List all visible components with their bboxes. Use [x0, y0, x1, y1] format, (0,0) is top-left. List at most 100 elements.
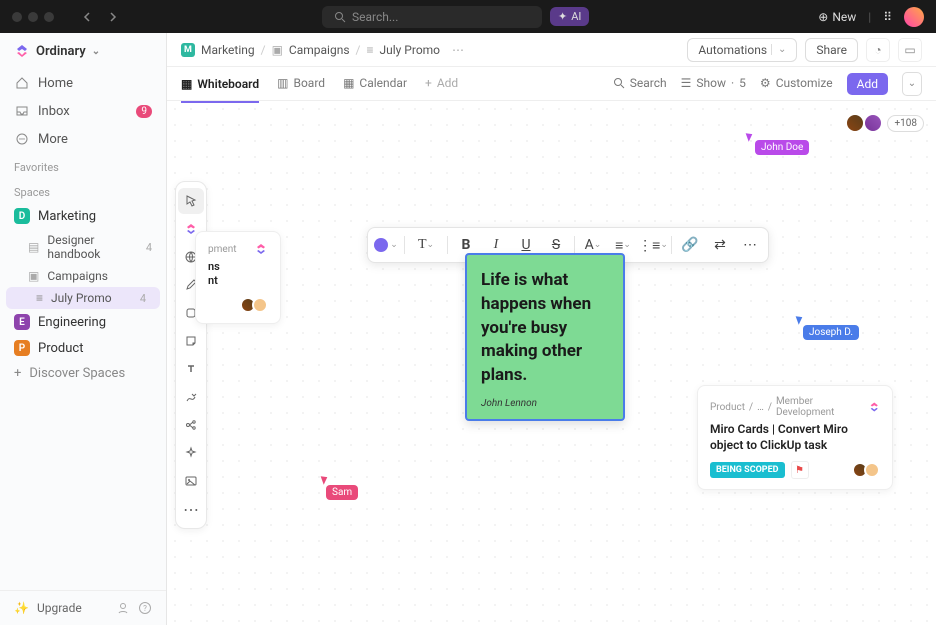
sidebar-july-promo[interactable]: ≡ July Promo 4	[6, 287, 160, 309]
nav-arrows	[78, 7, 122, 27]
tool-mindmap[interactable]	[178, 412, 204, 438]
tool-sticky[interactable]	[178, 328, 204, 354]
help-icon[interactable]: ?	[138, 601, 152, 615]
search-view-button[interactable]: Search	[613, 76, 667, 91]
fill-color-button[interactable]: ⌄	[372, 232, 400, 258]
notify-button[interactable]: ◔	[866, 38, 890, 62]
apps-grid-button[interactable]: ⠿	[883, 10, 892, 24]
sidebar-campaigns[interactable]: ▣ Campaigns	[0, 265, 166, 287]
list-icon: ≡	[366, 43, 373, 57]
item-count: 4	[146, 241, 152, 254]
search-icon	[334, 11, 346, 23]
task-icon: ⇄	[714, 237, 726, 253]
task-card-partial[interactable]: pment nsnt	[195, 231, 281, 324]
grid-icon: ⠿	[883, 10, 892, 24]
sidebar-home[interactable]: Home	[0, 69, 166, 97]
sidebar-inbox[interactable]: Inbox 9	[0, 97, 166, 125]
priority-flag[interactable]: ⚑	[791, 461, 809, 479]
traffic-light-icon[interactable]	[12, 12, 22, 22]
home-icon	[14, 75, 30, 91]
remote-cursor-sam: Sam	[322, 479, 358, 500]
share-button[interactable]: Share	[805, 38, 858, 62]
crumb-space[interactable]: Marketing	[201, 43, 255, 57]
space-icon: P	[14, 340, 30, 356]
user-avatar[interactable]	[904, 7, 924, 27]
sidebar-more[interactable]: More	[0, 125, 166, 153]
add-dropdown[interactable]: ⌄	[902, 72, 922, 96]
discover-spaces[interactable]: + Discover Spaces	[0, 361, 166, 386]
space-engineering[interactable]: E Engineering	[0, 309, 166, 335]
show-count: 5	[739, 76, 746, 90]
space-label: Product	[38, 341, 83, 356]
list-icon: ⋮≡	[638, 237, 660, 254]
convert-button[interactable]: ⇄	[706, 232, 734, 258]
card-title-line: ns	[208, 260, 220, 273]
whiteboard-canvas[interactable]: +108 John Doe Joseph D. Sam	[167, 101, 936, 625]
presence-more[interactable]: +108	[887, 115, 924, 132]
ai-button[interactable]: ✦ AI	[550, 7, 589, 26]
chevron-down-icon: ⌄	[908, 78, 916, 89]
task-card-miro[interactable]: Product/ …/ Member Development Miro Card…	[697, 385, 893, 490]
tab-board[interactable]: ▥ Board	[277, 76, 325, 91]
list-button[interactable]: ⋮≡⌄	[639, 232, 667, 258]
tab-calendar[interactable]: ▦ Calendar	[343, 76, 407, 91]
crumb-list[interactable]: July Promo	[379, 43, 440, 57]
show-button[interactable]: ☰ Show · 5	[681, 76, 746, 91]
tool-connector[interactable]	[178, 384, 204, 410]
tool-image[interactable]	[178, 468, 204, 494]
inbox-icon	[14, 103, 30, 119]
spaces-header: Spaces	[0, 178, 166, 203]
clickup-icon	[254, 242, 268, 256]
more-icon[interactable]: ⋯	[452, 43, 464, 57]
new-button[interactable]: ⊕ New	[818, 10, 856, 24]
person-icon[interactable]	[116, 601, 130, 615]
back-button[interactable]	[78, 7, 98, 27]
link-button[interactable]: 🔗	[676, 232, 704, 258]
workspace-switcher[interactable]: Ordinary ⌄	[0, 33, 166, 69]
align-icon: ≡	[615, 237, 623, 254]
customize-button[interactable]: ⚙ Customize	[760, 76, 833, 91]
remote-cursor-john: John Doe	[747, 136, 809, 155]
tab-add-view[interactable]: + Add	[425, 76, 458, 91]
tool-text[interactable]	[178, 356, 204, 382]
tab-whiteboard[interactable]: ▦ Whiteboard	[181, 77, 259, 103]
window-controls	[12, 12, 54, 22]
traffic-light-icon[interactable]	[44, 12, 54, 22]
tab-label: Whiteboard	[197, 77, 259, 91]
link-icon: 🔗	[681, 237, 698, 253]
sticky-note-quote[interactable]: Life is what happens when you're busy ma…	[465, 253, 625, 421]
calendar-icon: ▦	[343, 76, 354, 90]
gear-icon: ⚙	[760, 76, 771, 90]
add-button[interactable]: Add	[847, 73, 888, 95]
chevron-down-icon: ⌄	[92, 46, 100, 57]
label: Search	[630, 76, 667, 90]
upgrade-button[interactable]: Upgrade	[37, 601, 82, 615]
folder-icon: ▣	[28, 269, 39, 283]
item-label: Designer handbook	[47, 233, 137, 261]
title-bar: Search... ✦ AI ⊕ New | ⠿	[0, 0, 936, 33]
toolbar-more[interactable]: ⋯	[736, 232, 764, 258]
sidebar-designer-handbook[interactable]: ▤ Designer handbook 4	[0, 229, 166, 265]
forward-button[interactable]	[102, 7, 122, 27]
space-product[interactable]: P Product	[0, 335, 166, 361]
tool-more[interactable]: ⋯	[178, 496, 204, 522]
discover-label: Discover Spaces	[29, 366, 125, 381]
svg-text:?: ?	[143, 604, 147, 613]
global-search[interactable]: Search...	[322, 6, 542, 28]
space-marketing[interactable]: D Marketing	[0, 203, 166, 229]
workspace-name: Ordinary	[36, 44, 86, 59]
font-size-button[interactable]: T⌄	[409, 232, 443, 258]
tool-ai[interactable]	[178, 440, 204, 466]
view-tabs: ▦ Whiteboard ▥ Board ▦ Calendar + Add Se…	[167, 67, 936, 101]
collaborator-avatar[interactable]	[863, 113, 883, 133]
space-icon: D	[14, 208, 30, 224]
tab-label: Add	[437, 76, 458, 90]
chevron-down-icon: ⌄	[390, 240, 398, 250]
tool-select[interactable]	[178, 188, 204, 214]
collaborator-avatar[interactable]	[845, 113, 865, 133]
panel-button[interactable]: ▭	[898, 38, 922, 62]
automations-button[interactable]: Automations ⌄	[687, 38, 797, 62]
flag-icon: ⚑	[795, 465, 804, 476]
traffic-light-icon[interactable]	[28, 12, 38, 22]
crumb-folder[interactable]: Campaigns	[289, 43, 350, 57]
